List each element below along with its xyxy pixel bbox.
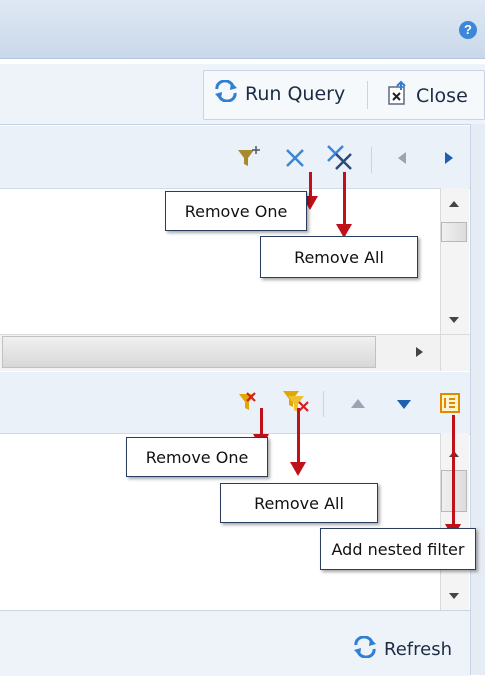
callout-remove-all-bottom: Remove All bbox=[220, 483, 378, 523]
upper-toolbar-separator bbox=[371, 147, 372, 173]
close-label: Close bbox=[416, 84, 468, 107]
refresh-icon bbox=[352, 635, 378, 663]
refresh-label: Refresh bbox=[384, 639, 452, 660]
annotation-arrow-line bbox=[309, 172, 312, 197]
scroll-right-icon[interactable] bbox=[414, 345, 424, 361]
scroll-down-icon[interactable] bbox=[448, 312, 460, 328]
run-query-label: Run Query bbox=[245, 82, 346, 105]
window-title-bar bbox=[0, 0, 485, 59]
help-icon[interactable]: ? bbox=[459, 21, 477, 39]
lower-toolbar-separator bbox=[323, 391, 324, 417]
remove-x-icon[interactable] bbox=[284, 147, 306, 172]
callout-remove-all-top: Remove All bbox=[260, 236, 418, 278]
arrow-up-icon[interactable] bbox=[350, 397, 366, 413]
chevron-left-icon[interactable] bbox=[396, 151, 408, 168]
annotation-arrow-line bbox=[297, 408, 300, 463]
close-document-icon bbox=[384, 80, 410, 111]
annotation-arrow-head bbox=[290, 462, 306, 476]
remove-filter-one-icon[interactable] bbox=[238, 390, 262, 417]
close-button[interactable]: Close bbox=[384, 80, 468, 111]
callout-remove-one-bottom: Remove One bbox=[126, 437, 268, 477]
upper-vertical-scroll-thumb[interactable] bbox=[441, 222, 467, 242]
annotation-arrow-line bbox=[452, 415, 455, 525]
run-query-button[interactable]: Run Query bbox=[213, 79, 346, 107]
chevron-right-icon[interactable] bbox=[443, 151, 455, 168]
annotation-arrow-line bbox=[343, 172, 346, 226]
arrow-down-icon[interactable] bbox=[396, 397, 412, 413]
lower-scroll-down-icon[interactable] bbox=[448, 588, 460, 604]
nested-filter-icon[interactable] bbox=[440, 393, 460, 416]
refresh-button[interactable]: Refresh bbox=[352, 635, 452, 663]
scroll-corner bbox=[440, 334, 471, 371]
toolbar-separator bbox=[367, 81, 368, 109]
refresh-icon bbox=[213, 79, 239, 107]
add-filter-icon[interactable] bbox=[236, 145, 262, 172]
callout-add-nested-filter: Add nested filter bbox=[320, 528, 476, 570]
right-edge-panel bbox=[470, 124, 485, 675]
upper-horizontal-scroll-thumb[interactable] bbox=[2, 336, 376, 368]
remove-all-x-icon[interactable] bbox=[326, 144, 354, 175]
annotation-arrow-line bbox=[260, 408, 263, 435]
callout-remove-one-top: Remove One bbox=[165, 191, 307, 231]
scroll-up-icon[interactable] bbox=[448, 196, 460, 212]
